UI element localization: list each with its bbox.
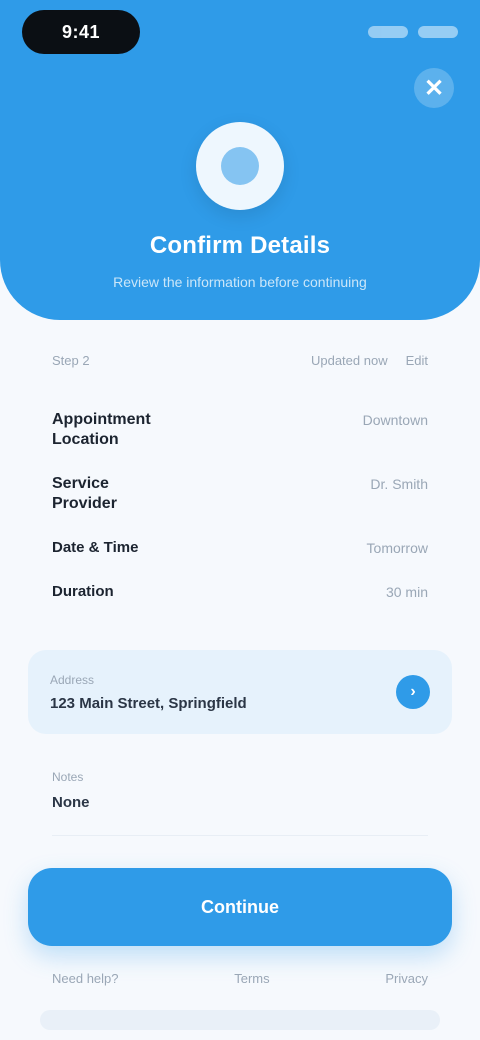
detail-label: Duration — [52, 583, 114, 600]
meta-edit-link[interactable]: Edit — [406, 353, 428, 368]
terms-link[interactable]: Terms — [234, 971, 269, 986]
status-time: 9:41 — [61, 21, 101, 42]
status-bar: 9:41 — [0, 0, 480, 64]
help-link[interactable]: Need help? — [52, 971, 119, 986]
address-action-button[interactable]: › — [396, 675, 430, 709]
status-indicators — [368, 26, 458, 38]
footer-links: Need help? Terms Privacy — [52, 966, 428, 990]
meta-left: Step 2 — [52, 352, 90, 368]
detail-row: Appointment Location Downtown — [52, 398, 428, 462]
meta-row: Step 2 Updated now Edit — [52, 350, 428, 370]
address-field-text: Address 123 Main Street, Springfield — [50, 673, 247, 712]
chevron-right-icon: › — [410, 683, 416, 700]
close-button[interactable]: ✕ — [414, 68, 454, 108]
detail-value: Tomorrow — [366, 540, 428, 556]
address-value: 123 Main Street, Springfield — [50, 694, 247, 712]
continue-button-label: Continue — [201, 896, 279, 917]
details-list: Appointment Location Downtown Service Pr… — [52, 398, 428, 614]
address-label: Address — [50, 672, 95, 687]
address-field[interactable]: Address 123 Main Street, Springfield › — [28, 650, 452, 734]
notes-field[interactable]: Notes None — [52, 760, 428, 836]
detail-label: Appointment Location — [52, 411, 151, 448]
continue-button[interactable]: Continue — [28, 868, 452, 946]
bottom-bar — [40, 1010, 440, 1030]
privacy-link[interactable]: Privacy — [385, 971, 428, 986]
close-icon: ✕ — [423, 74, 445, 102]
time-pill: 9:41 — [22, 10, 140, 54]
signal-indicator — [368, 26, 408, 38]
content: Step 2 Updated now Edit Appointment Loca… — [0, 320, 480, 1040]
detail-value: Dr. Smith — [370, 476, 428, 492]
header: 9:41 ✕ Confirm Details Review the inform… — [0, 0, 480, 320]
meta-right: Updated now Edit — [311, 353, 428, 368]
detail-value: 30 min — [385, 584, 428, 600]
detail-row: Service Provider Dr. Smith — [52, 462, 428, 526]
page-title: Confirm Details — [149, 232, 331, 259]
avatar — [196, 122, 284, 210]
meta-updated: Updated now — [310, 352, 388, 368]
notes-value: None — [52, 794, 90, 811]
user-avatar-icon — [221, 147, 259, 185]
detail-value: Downtown — [362, 412, 428, 428]
battery-indicator — [418, 26, 458, 38]
detail-row: Duration 30 min — [52, 570, 428, 614]
page-subtitle: Review the information before continuing — [113, 274, 367, 290]
detail-row: Date & Time Tomorrow — [52, 526, 428, 570]
detail-label: Date & Time — [52, 539, 139, 556]
notes-label: Notes — [52, 770, 84, 784]
detail-label: Service Provider — [52, 475, 117, 512]
